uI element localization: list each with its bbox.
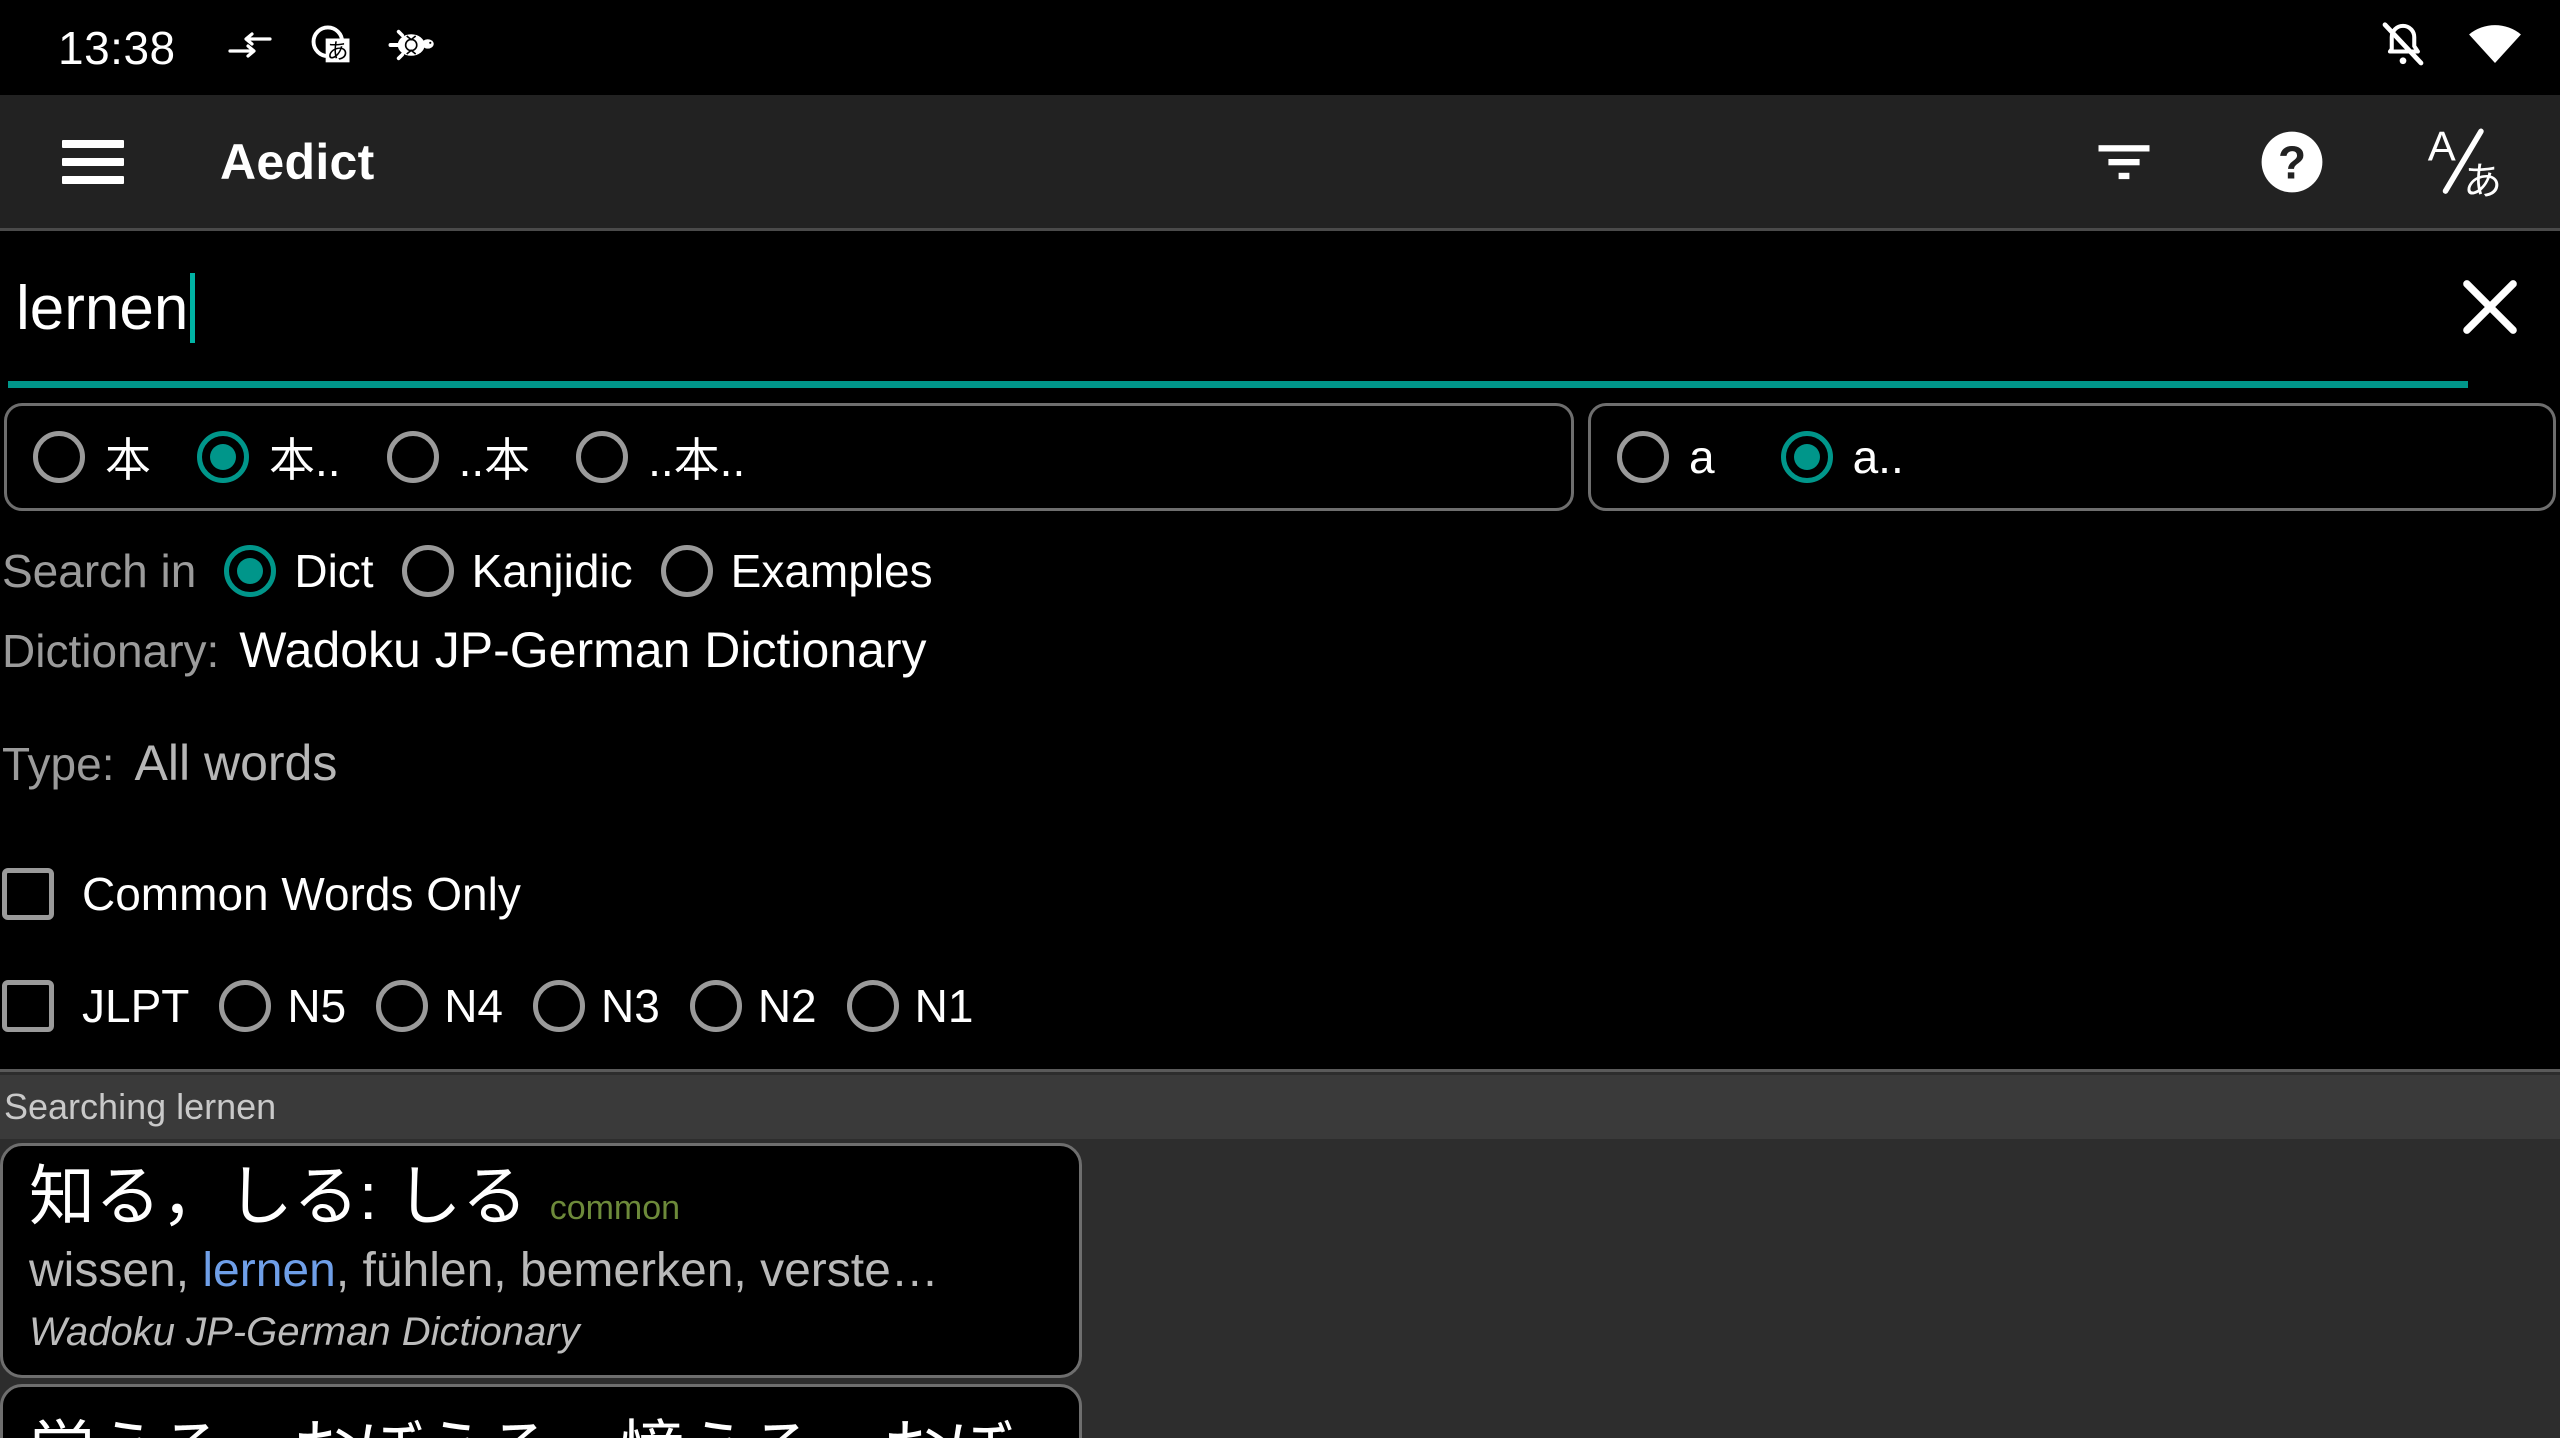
radio-icon [386, 431, 439, 483]
jlpt-level-n2[interactable]: N2 [689, 979, 817, 1033]
radio-icon-selected [224, 545, 277, 597]
status-bar-right-icons [2376, 18, 2524, 77]
search-results-list[interactable]: Searching lernen 知る，しる: しる common wissen… [0, 1075, 2560, 1438]
status-clock: 13:38 [58, 21, 176, 74]
svg-text:A: A [2428, 122, 2456, 169]
match-mode-groups: 本 本.. ..本 ..本.. a a.. [0, 403, 2560, 511]
dictionary-value: Wadoku JP-German Dictionary [239, 622, 927, 678]
swap-arrows-icon [226, 21, 274, 74]
search-row: lernen [0, 241, 2560, 393]
list-item[interactable]: 知る，しる: しる common wissen, lernen, fühlen,… [0, 1143, 1082, 1378]
latin-match-group: a a.. [1588, 403, 2556, 511]
radio-icon-selected [1780, 431, 1833, 483]
jlpt-level-n3[interactable]: N3 [533, 979, 660, 1033]
jlpt-level-n5[interactable]: N5 [219, 979, 346, 1033]
radio-icon [846, 980, 899, 1032]
hamburger-menu-icon[interactable] [62, 139, 124, 184]
common-words-only-row[interactable]: Common Words Only [2, 867, 521, 921]
language-toggle-icon[interactable]: A あ [2418, 120, 2502, 204]
type-value: All words [134, 735, 338, 791]
result-headword-row: 覚える，おぼえる，憶える，おぼ [29, 1414, 1053, 1438]
search-in-examples[interactable]: Examples [660, 544, 933, 598]
ime-japanese-icon: あ [304, 19, 356, 76]
svg-text:?: ? [2278, 136, 2306, 188]
toolbar-actions: ? A あ [2082, 120, 2502, 204]
jlpt-level-n1[interactable]: N1 [846, 979, 973, 1033]
match-mode-contains-jp[interactable]: ..本.. [576, 424, 745, 490]
checkbox-icon[interactable] [2, 980, 54, 1032]
common-words-only-label: Common Words Only [82, 868, 521, 920]
checkbox-icon[interactable] [2, 868, 54, 920]
page-title: Aedict [220, 133, 375, 190]
result-source: Wadoku JP-German Dictionary [29, 1309, 580, 1354]
type-label: Type: [2, 738, 115, 790]
help-icon[interactable]: ? [2250, 120, 2334, 204]
result-gloss-highlight: lernen [202, 1243, 336, 1297]
clear-search-button[interactable] [2442, 259, 2538, 355]
notifications-off-icon [2376, 18, 2430, 77]
jlpt-label: JLPT [82, 980, 190, 1032]
search-in-row: Search in Dict Kanjidic Examples [0, 531, 933, 611]
radio-icon [660, 545, 713, 597]
text-caret [190, 273, 196, 343]
list-item[interactable]: 覚える，おぼえる，憶える，おぼ [0, 1383, 1082, 1438]
jlpt-row: JLPT N5 N4 N3 N2 N1 [2, 979, 973, 1033]
radio-icon [33, 431, 85, 483]
match-mode-starts-with-jp[interactable]: 本.. [197, 424, 341, 490]
radio-icon-selected [197, 431, 249, 483]
match-mode-ends-with-jp[interactable]: ..本 [386, 424, 530, 490]
match-mode-exact-latin[interactable]: a [1617, 430, 1715, 484]
search-status-strip: Searching lernen [0, 1075, 2560, 1139]
radio-icon [689, 980, 742, 1032]
turtle-icon [386, 25, 440, 70]
result-headword-row: 知る，しる: しる common [29, 1160, 1053, 1233]
radio-icon [401, 545, 454, 597]
search-in-label: Search in [2, 545, 197, 597]
radio-icon [376, 980, 429, 1032]
japanese-match-group: 本 本.. ..本 ..本.. [4, 403, 1574, 511]
dictionary-selector[interactable]: Dictionary: Wadoku JP-German Dictionary [2, 621, 927, 679]
status-badge: common [549, 1189, 681, 1227]
search-status-text: Searching lernen [4, 1086, 277, 1127]
match-mode-starts-with-latin[interactable]: a.. [1780, 430, 1904, 484]
search-in-dict[interactable]: Dict [224, 544, 374, 598]
search-in-kanjidic[interactable]: Kanjidic [401, 544, 633, 598]
svg-text:あ: あ [2463, 159, 2502, 204]
type-selector[interactable]: Type: All words [2, 734, 337, 792]
svg-text:あ: あ [326, 40, 348, 65]
wifi-icon [2466, 21, 2524, 74]
filter-icon[interactable] [2082, 120, 2166, 204]
radio-icon [1617, 431, 1669, 483]
radio-icon [219, 980, 272, 1032]
search-filter-panel: lernen 本 本.. ..本 ..本.. a a.. Search in D… [0, 231, 2560, 1072]
result-gloss: wissen, lernen, fühlen, bemerken, verste… [29, 1243, 939, 1297]
jlpt-level-n4[interactable]: N4 [376, 979, 503, 1033]
status-bar-left-icons: あ [226, 19, 440, 76]
radio-icon [533, 980, 585, 1032]
result-headword: 知る，しる: しる [29, 1159, 528, 1233]
search-input-value: lernen [16, 273, 196, 343]
dictionary-label: Dictionary: [2, 625, 220, 677]
aedict-app-window: 13:38 あ Aedict ? A あ lernen 本 本.. ..本 ..… [0, 0, 2560, 1438]
status-bar: 13:38 あ [0, 0, 2560, 95]
radio-icon [576, 431, 629, 483]
app-toolbar: Aedict ? A あ [0, 95, 2560, 231]
match-mode-exact-jp[interactable]: 本 [33, 424, 151, 490]
result-headword: 覚える，おぼえる，憶える，おぼ [29, 1414, 1013, 1438]
search-input[interactable]: lernen [8, 241, 2468, 388]
